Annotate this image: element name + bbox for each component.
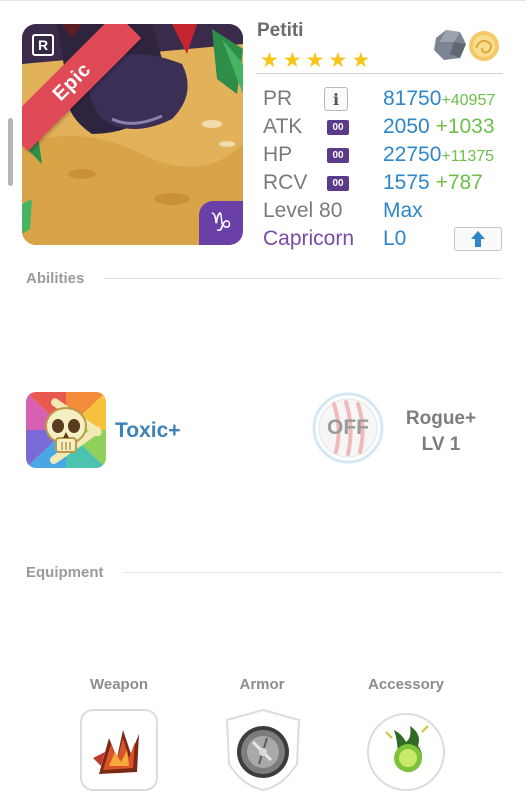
equip-label-weapon: Weapon — [89, 676, 149, 693]
stat-value-atk: 2050 +1033 — [383, 115, 495, 139]
star-icon: ★ — [328, 48, 348, 72]
pr-bonus: +40957 — [441, 92, 496, 109]
passive-ability: Rogue+ LV 1 — [386, 406, 496, 458]
stat-value-zodiac: L0 — [383, 227, 407, 250]
stat-label-hp: HP — [263, 143, 293, 166]
pr-value: 81750 — [383, 87, 442, 110]
atk-enhance-badge: 00 — [327, 119, 349, 135]
info-icon[interactable]: i — [324, 87, 348, 111]
stat-label-zodiac: Capricorn — [263, 227, 355, 250]
stat-label-level: Level 80 — [263, 199, 343, 222]
skull-icon — [26, 392, 106, 468]
equip-label-armor: Armor — [239, 676, 285, 693]
shield-icon — [237, 726, 289, 778]
light-element-icon — [469, 31, 499, 61]
hero-name: Petiti — [257, 20, 304, 41]
hero-portrait[interactable]: Epic R ♑ — [22, 24, 243, 245]
star-icon: ★ — [305, 48, 325, 72]
stat-value-rcv: 1575 +787 — [383, 171, 483, 195]
section-title-equipment: Equipment — [26, 564, 104, 581]
stat-value-hp: 22750+11375 — [383, 143, 494, 167]
rcv-bonus: +787 — [435, 171, 483, 194]
passive-ability-name: Rogue+ — [405, 408, 477, 429]
abilities-divider — [104, 278, 502, 279]
arrow-up-icon — [471, 231, 485, 247]
passive-off-label: OFF — [327, 416, 369, 439]
passive-ability-level: LV 1 — [421, 434, 461, 455]
stat-label-rcv: RCV — [263, 171, 308, 194]
active-ability-name: Toxic+ — [115, 419, 181, 442]
atk-bonus: +1033 — [435, 115, 495, 138]
star-rating: ★ ★ ★ ★ ★ — [260, 50, 370, 71]
toxic-ability-icon[interactable] — [26, 392, 106, 468]
star-icon: ★ — [351, 48, 371, 72]
star-icon: ★ — [282, 48, 302, 72]
rcv-value: 1575 — [383, 171, 430, 194]
scrollbar-thumb[interactable] — [8, 118, 13, 186]
armor-slot[interactable] — [223, 708, 303, 792]
zodiac-upgrade-button[interactable] — [454, 227, 502, 251]
stat-value-pr: 81750+40957 — [383, 87, 495, 111]
hp-value: 22750 — [383, 143, 442, 166]
hp-enhance-badge: 00 — [327, 147, 349, 163]
accessory-slot[interactable] — [366, 708, 446, 792]
stat-value-level: Max — [383, 199, 423, 222]
equipment-divider — [124, 572, 502, 573]
hp-bonus: +11375 — [441, 148, 495, 165]
stone-element-icon — [434, 30, 466, 60]
equip-label-accessory: Accessory — [368, 676, 444, 693]
section-title-abilities: Abilities — [26, 270, 85, 287]
stat-label-atk: ATK — [263, 115, 303, 138]
stat-label-pr: PR — [263, 87, 293, 110]
top-divider — [0, 0, 526, 1]
weapon-slot[interactable] — [79, 708, 159, 792]
element-icons — [434, 30, 499, 61]
header-divider — [256, 73, 503, 74]
capricorn-icon: ♑ — [199, 201, 243, 245]
rank-badge: R — [32, 34, 54, 56]
rcv-enhance-badge: 00 — [327, 175, 349, 191]
star-icon: ★ — [260, 48, 279, 72]
atk-value: 2050 — [383, 115, 430, 138]
